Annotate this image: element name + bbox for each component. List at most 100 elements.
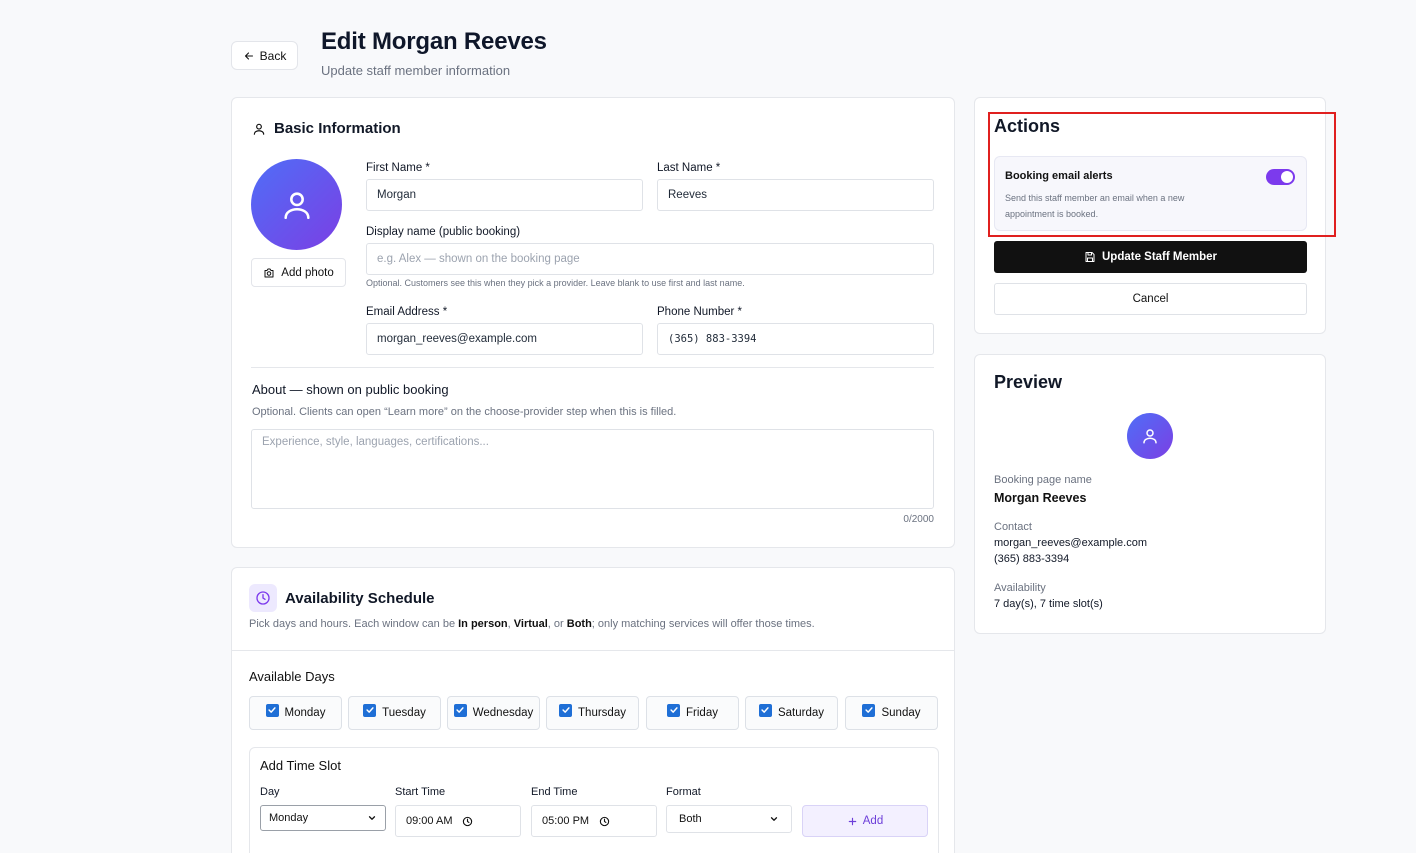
checkbox-checked-icon: [667, 703, 681, 717]
availability-heading: Availability Schedule: [249, 584, 435, 612]
phone-value: (365) 883-3394: [668, 333, 757, 345]
first-name-value: Morgan: [377, 189, 416, 201]
day-label: Friday: [686, 707, 718, 719]
page-subtitle: Update staff member information: [321, 63, 511, 78]
basic-information-heading: Basic Information: [252, 120, 401, 137]
clock-icon: [463, 816, 473, 826]
clock-icon: [599, 816, 610, 826]
checkbox-checked-icon: [758, 703, 772, 717]
desc-separator: , or: [547, 618, 567, 630]
plus-icon: [848, 817, 857, 825]
back-button[interactable]: Back: [231, 41, 298, 70]
day-label: Saturday: [777, 707, 825, 719]
availability-title: Availability Schedule: [285, 589, 435, 607]
booking-email-alerts-panel: Booking email alerts Send this staff mem…: [994, 156, 1307, 231]
slot-format-label: Format: [666, 786, 701, 798]
about-hint: Optional. Clients can open “Learn more” …: [252, 406, 677, 418]
cancel-button[interactable]: Cancel: [994, 283, 1307, 315]
day-checkbox-tuesday[interactable]: Tuesday: [348, 696, 441, 730]
about-textarea[interactable]: Experience, style, languages, certificat…: [251, 429, 934, 509]
about-counter: 0/2000: [903, 514, 934, 525]
about-label: About — shown on public booking: [252, 382, 449, 397]
day-checkbox-wednesday[interactable]: Wednesday: [447, 696, 540, 730]
day-label: Thursday: [578, 707, 626, 719]
day-checkbox-saturday[interactable]: Saturday: [745, 696, 838, 730]
slot-day-select[interactable]: Monday: [260, 805, 386, 831]
slot-start-value: 09:00 AM: [406, 815, 453, 827]
contact-email: morgan_reeves@example.com: [994, 537, 1148, 549]
avatar: [251, 159, 342, 250]
availability-card: Availability Schedule Pick days and hour…: [231, 567, 955, 853]
phone-label: Phone Number *: [657, 306, 743, 318]
back-button-label: Back: [259, 48, 287, 63]
basic-information-card: Basic Information Add photo First Name *…: [231, 97, 955, 548]
available-days-label: Available Days: [249, 669, 335, 684]
day-checkbox-thursday[interactable]: Thursday: [546, 696, 639, 730]
availability-summary: 7 day(s), 7 time slot(s): [994, 598, 1103, 610]
day-label: Tuesday: [382, 707, 426, 719]
checkbox-checked-icon: [559, 703, 573, 717]
day-label: Monday: [284, 707, 326, 719]
divider: [251, 367, 934, 368]
day-label: Sunday: [881, 707, 921, 719]
add-time-slot-label: Add: [862, 815, 884, 827]
desc-both: Both: [566, 618, 592, 630]
add-time-slot-title: Add Time Slot: [260, 758, 341, 773]
user-icon: [253, 123, 265, 135]
availability-description: Pick days and hours. Each window can be …: [249, 618, 815, 630]
checkbox-checked-icon: [862, 703, 876, 717]
add-photo-button[interactable]: Add photo: [251, 258, 346, 287]
cancel-label: Cancel: [1132, 293, 1169, 305]
contact-label: Contact: [994, 521, 1032, 533]
email-field[interactable]: morgan_reeves@example.com: [366, 323, 643, 355]
day-checkbox-friday[interactable]: Friday: [646, 696, 739, 730]
booking-email-alerts-toggle[interactable]: [1266, 169, 1295, 185]
last-name-value: Reeves: [668, 189, 707, 201]
email-value: morgan_reeves@example.com: [377, 333, 537, 345]
preview-avatar: [1127, 413, 1173, 459]
toggle-knob: [1281, 171, 1293, 183]
checkbox-checked-icon: [453, 703, 467, 717]
slot-format-value: Both: [679, 813, 702, 825]
booking-email-alerts-description: Send this staff member an email when a n…: [1005, 193, 1185, 219]
slot-end-value: 05:00 PM: [542, 815, 590, 827]
desc-text: ; only matching services will offer thos…: [591, 618, 815, 630]
user-icon: [1143, 429, 1157, 444]
add-time-slot-panel: Add Time Slot Day Monday Start Time 09:0…: [249, 747, 939, 853]
display-name-hint: Optional. Customers see this when they p…: [366, 278, 745, 288]
user-icon: [283, 191, 310, 219]
divider: [232, 650, 954, 651]
booking-page-name-label: Booking page name: [994, 474, 1092, 486]
clock-icon: [256, 591, 270, 605]
update-staff-member-button[interactable]: Update Staff Member: [994, 241, 1307, 273]
last-name-input[interactable]: Reeves: [657, 179, 934, 211]
day-checkbox-sunday[interactable]: Sunday: [845, 696, 938, 730]
day-checkbox-monday[interactable]: Monday: [249, 696, 342, 730]
checkbox-checked-icon: [363, 703, 377, 717]
about-placeholder: Experience, style, languages, certificat…: [262, 436, 489, 448]
camera-icon: [264, 268, 274, 277]
save-icon: [1085, 252, 1095, 262]
first-name-input[interactable]: Morgan: [366, 179, 643, 211]
preview-card: Preview Booking page name Morgan Reeves …: [974, 354, 1326, 634]
last-name-label: Last Name *: [657, 162, 721, 174]
day-label: Wednesday: [472, 707, 534, 719]
display-name-label: Display name (public booking): [366, 226, 521, 238]
actions-title: Actions: [994, 116, 1061, 136]
display-name-input[interactable]: e.g. Alex — shown on the booking page: [366, 243, 934, 275]
booking-page-name-value: Morgan Reeves: [994, 491, 1087, 505]
slot-format-select[interactable]: Both: [666, 805, 792, 833]
slot-start-time-input[interactable]: 09:00 AM: [395, 805, 521, 837]
display-name-placeholder: e.g. Alex — shown on the booking page: [377, 253, 580, 265]
clock-badge: [249, 584, 277, 612]
desc-virtual: Virtual: [513, 618, 548, 630]
actions-card: Actions Booking email alerts Send this s…: [974, 97, 1326, 334]
slot-end-time-input[interactable]: 05:00 PM: [531, 805, 657, 837]
first-name-label: First Name *: [366, 162, 430, 174]
update-staff-member-label: Update Staff Member: [1101, 251, 1218, 263]
chevron-down-icon: [770, 817, 778, 821]
checkbox-checked-icon: [265, 703, 279, 717]
phone-field[interactable]: (365) 883-3394: [657, 323, 934, 355]
desc-in-person: In person: [458, 618, 508, 630]
add-time-slot-button[interactable]: Add: [802, 805, 928, 837]
